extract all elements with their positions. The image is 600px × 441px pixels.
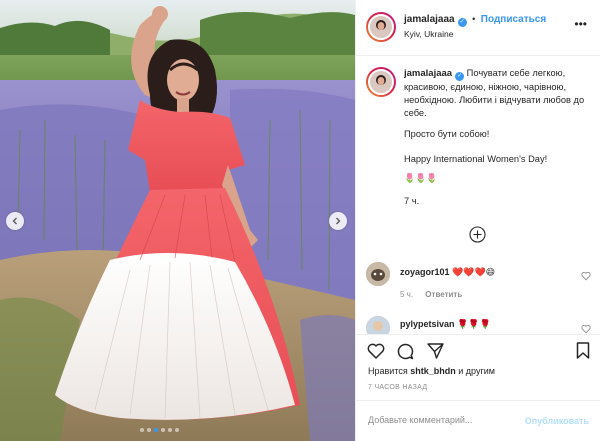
post-side-panel: jamalajaaa ✓ • Подписаться Kyiv, Ukraine …	[355, 0, 600, 441]
author-avatar[interactable]	[366, 12, 396, 42]
carousel-dot	[161, 428, 165, 432]
caption-avatar[interactable]	[366, 67, 396, 97]
comment-text-row: zoyagor101 ❤️❤️❤️😄	[400, 267, 495, 278]
reply-button[interactable]: Ответить	[425, 290, 462, 299]
action-bar	[356, 334, 600, 364]
avatar-image	[368, 14, 394, 40]
comment-text: ❤️❤️❤️😄	[452, 267, 496, 277]
load-more-comments-button[interactable]	[469, 226, 486, 243]
carousel-dot	[175, 428, 179, 432]
comment-text-row: pylypetsivan 🌹🌹🌹	[400, 319, 491, 330]
instagram-post: jamalajaaa ✓ • Подписаться Kyiv, Ukraine …	[0, 0, 600, 441]
caption-paragraph-1: jamalajaaa ✓ Почувати себе легкою, красив…	[404, 67, 592, 120]
comment-item: zoyagor101 ❤️❤️❤️😄 5 ч. Ответить	[366, 262, 591, 302]
previous-photo-button[interactable]	[6, 212, 24, 230]
liker-username[interactable]: shtk_bhdn	[410, 366, 456, 376]
likes-suffix[interactable]: и другим	[458, 366, 495, 376]
comment-time: 5 ч.	[400, 290, 414, 299]
comment-text: 🌹🌹🌹	[457, 319, 491, 329]
comment-item: pylypetsivan 🌹🌹🌹	[366, 316, 591, 334]
comment-like-icon[interactable]	[581, 324, 591, 334]
publish-button[interactable]: Опубликовать	[525, 416, 589, 426]
avatar-image	[368, 69, 394, 95]
caption-text-2: Просто бути собою!	[404, 129, 490, 139]
chevron-right-icon	[336, 217, 341, 225]
likes-summary: Нравится shtk_bhdn и другим	[368, 366, 495, 376]
likes-prefix: Нравится	[368, 366, 408, 376]
post-caption: jamalajaaa ✓ Почувати себе легкою, красив…	[404, 67, 592, 208]
author-username[interactable]: jamalajaaa	[404, 14, 455, 25]
carousel-indicator	[140, 428, 179, 432]
header-title-row: jamalajaaa ✓ • Подписаться	[404, 14, 546, 27]
caption-time[interactable]: 7 ч.	[404, 195, 592, 208]
share-icon[interactable]	[427, 343, 444, 359]
caption-text-3: Happy International Women's Day!	[404, 154, 548, 164]
more-icon: •••	[574, 17, 587, 31]
post-photo[interactable]	[0, 0, 355, 441]
chevron-left-icon	[12, 217, 17, 225]
separator-dot: •	[472, 14, 476, 24]
comment-meta: 5 ч. Ответить	[400, 290, 462, 299]
carousel-dot	[140, 428, 144, 432]
caption-emojis: 🌷🌷🌷	[404, 173, 438, 183]
next-photo-button[interactable]	[329, 212, 347, 230]
carousel-dot	[168, 428, 172, 432]
commenter-avatar[interactable]	[366, 316, 390, 334]
bookmark-icon[interactable]	[576, 342, 590, 359]
follow-button[interactable]: Подписаться	[481, 14, 546, 25]
carousel-dot	[147, 428, 151, 432]
carousel-dot-active	[154, 428, 158, 432]
add-comment-form: Опубликовать	[356, 400, 600, 441]
comment-like-icon[interactable]	[581, 271, 591, 281]
caption-username[interactable]: jamalajaaa	[404, 68, 452, 79]
plus-circle-icon	[469, 226, 486, 243]
commenter-avatar[interactable]	[366, 262, 390, 286]
more-options-button[interactable]: •••	[574, 17, 587, 31]
post-location[interactable]: Kyiv, Ukraine	[404, 29, 453, 39]
heart-icon[interactable]	[367, 343, 385, 359]
commenter-username[interactable]: pylypetsivan	[400, 319, 455, 329]
commenter-username[interactable]: zoyagor101	[400, 267, 450, 277]
comment-icon[interactable]	[397, 343, 414, 360]
verified-icon: ✓	[455, 72, 465, 81]
verified-icon: ✓	[457, 18, 467, 27]
comment-input[interactable]	[368, 415, 528, 425]
post-header: jamalajaaa ✓ • Подписаться Kyiv, Ukraine …	[356, 0, 600, 56]
post-timestamp[interactable]: 7 ЧАСОВ НАЗАД	[368, 384, 427, 391]
photo-scene	[0, 0, 355, 441]
